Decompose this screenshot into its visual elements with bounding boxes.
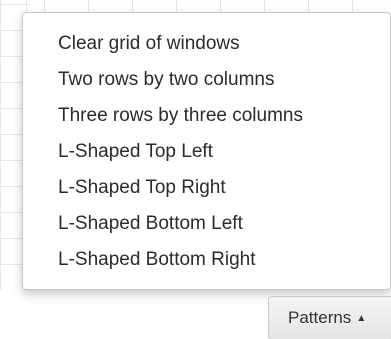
menu-item-l-bottom-right[interactable]: L-Shaped Bottom Right — [23, 242, 390, 278]
menu-item-l-top-right[interactable]: L-Shaped Top Right — [23, 170, 390, 206]
patterns-button-label: Patterns — [288, 308, 352, 327]
menu-item-three-by-three[interactable]: Three rows by three columns — [23, 98, 390, 134]
menu-item-two-by-two[interactable]: Two rows by two columns — [23, 62, 390, 98]
caret-up-icon: ▲ — [356, 313, 367, 324]
menu-item-clear-grid[interactable]: Clear grid of windows — [23, 26, 390, 62]
screen: Clear grid of windows Two rows by two co… — [0, 0, 391, 339]
menu-item-l-top-left[interactable]: L-Shaped Top Left — [23, 134, 390, 170]
menu-item-l-bottom-left[interactable]: L-Shaped Bottom Left — [23, 206, 390, 242]
patterns-dropdown-menu: Clear grid of windows Two rows by two co… — [22, 12, 391, 290]
patterns-button[interactable]: Patterns ▲ — [268, 296, 391, 339]
